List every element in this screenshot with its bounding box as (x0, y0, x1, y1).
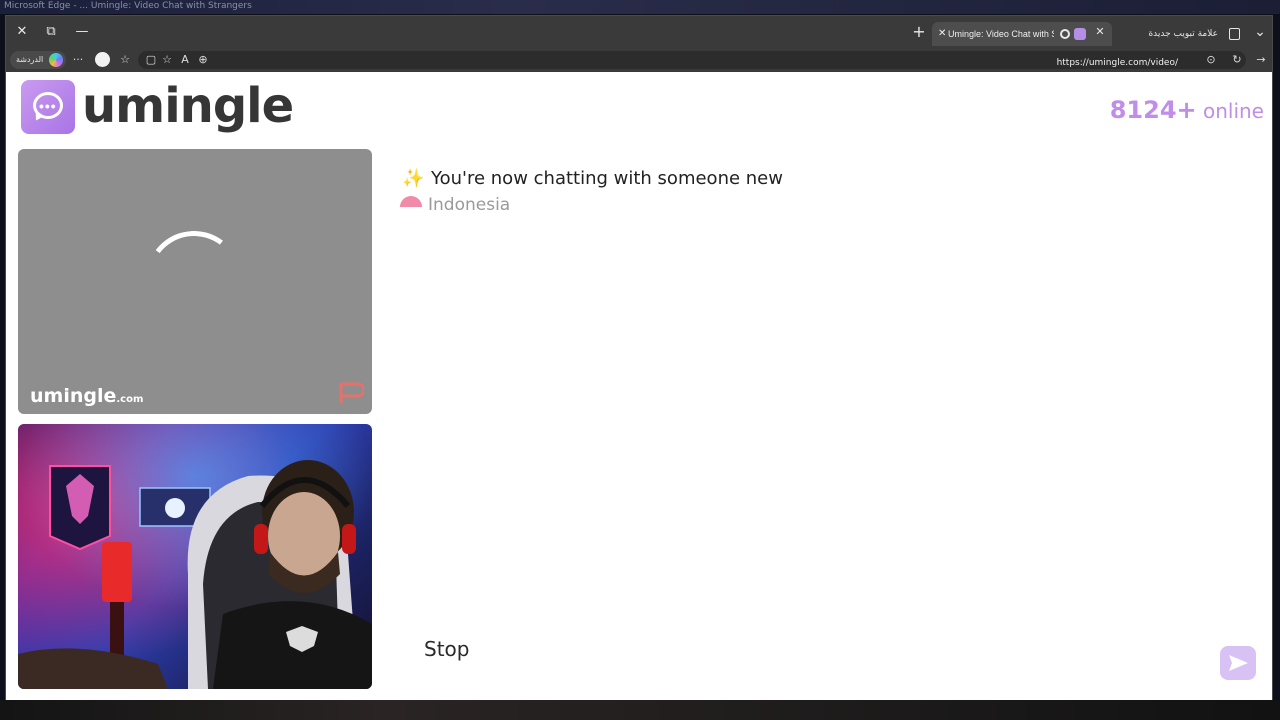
indonesia-flag-icon (400, 196, 422, 207)
zoom-icon[interactable]: ⊕ (194, 51, 212, 69)
stop-button[interactable]: Stop (424, 633, 494, 665)
address-bar: الدردشة ··· ☆ ▢ ☆ A ⊕ https://umingle.co… (6, 48, 1272, 72)
chat-status-message: You're now chatting with someone new (431, 168, 783, 189)
minimize-window-button[interactable]: — (72, 22, 92, 42)
tab-title: علامة تبويب جديدة (1148, 29, 1218, 39)
close-window-button[interactable]: ✕ (12, 22, 32, 42)
tab-umingle[interactable]: ✕ Umingle: Video Chat with Strangers (932, 22, 1112, 46)
send-icon (1229, 655, 1248, 671)
chat-log: ✨ You're now chatting with someone new I… (398, 168, 1258, 688)
browser-window: ✕ ⧉ — + ✕ Umingle: Video Chat with Stran… (5, 15, 1273, 701)
refresh-icon[interactable]: ↻ (1228, 51, 1246, 69)
page-icon (1229, 28, 1240, 40)
sparkle-icon: ✨ (402, 168, 425, 188)
url-text: https://umingle.com/video/ (1056, 58, 1178, 68)
umingle-page: ••• umingle 8124+ online umingle.com ✨ Y… (6, 72, 1272, 700)
online-count: 8124+ (1109, 96, 1197, 124)
tab-close-icon[interactable]: ✕ (1090, 22, 1110, 42)
read-aloud-icon[interactable]: A (176, 51, 194, 69)
tab-title: Umingle: Video Chat with Strangers (948, 29, 1054, 39)
star-icon[interactable]: ☆ (158, 51, 176, 69)
desktop-background (0, 700, 1280, 720)
umingle-favicon-icon (1074, 28, 1086, 40)
new-tab-button[interactable]: + (909, 22, 929, 42)
profile-button[interactable]: الدردشة (10, 51, 66, 69)
send-button[interactable] (1220, 646, 1256, 680)
brand-name[interactable]: umingle (82, 78, 294, 134)
loading-spinner-icon (139, 224, 249, 334)
online-counter: 8124+ online (1110, 96, 1264, 124)
remote-video-watermark: umingle.com (30, 385, 144, 407)
umingle-logo-icon[interactable]: ••• (21, 80, 75, 134)
restore-window-button[interactable]: ⧉ (41, 22, 61, 42)
lock-icon[interactable]: ⊙ (1202, 51, 1220, 69)
avatar-icon[interactable] (95, 52, 110, 67)
online-label: online (1202, 99, 1264, 123)
partner-country: Indonesia (428, 195, 511, 215)
profile-label: الدردشة (16, 55, 44, 64)
more-icon[interactable]: ··· (69, 51, 87, 69)
desktop-titlebar: Microsoft Edge - ... Umingle: Video Chat… (0, 0, 1280, 14)
favorites-icon[interactable]: ☆ (116, 51, 134, 69)
copilot-icon (49, 53, 63, 67)
remote-video: umingle.com (18, 149, 372, 414)
forward-icon[interactable]: → (1252, 51, 1270, 69)
tab-close-icon[interactable]: ✕ (938, 22, 946, 46)
recording-icon (1060, 29, 1070, 39)
window-caption: Microsoft Edge - ... Umingle: Video Chat… (4, 1, 252, 11)
local-video (18, 424, 372, 689)
tab-bar: ✕ ⧉ — + ✕ Umingle: Video Chat with Stran… (6, 16, 1272, 48)
report-flag-icon[interactable] (338, 381, 364, 405)
tab-new-tab[interactable]: علامة تبويب جديدة (1118, 22, 1244, 46)
url-field[interactable]: ▢ ☆ A ⊕ https://umingle.com/video/ ⊙ (138, 51, 1246, 69)
tab-list-chevron-down-icon[interactable]: ⌄ (1250, 22, 1270, 42)
webcam-feed (18, 424, 372, 689)
